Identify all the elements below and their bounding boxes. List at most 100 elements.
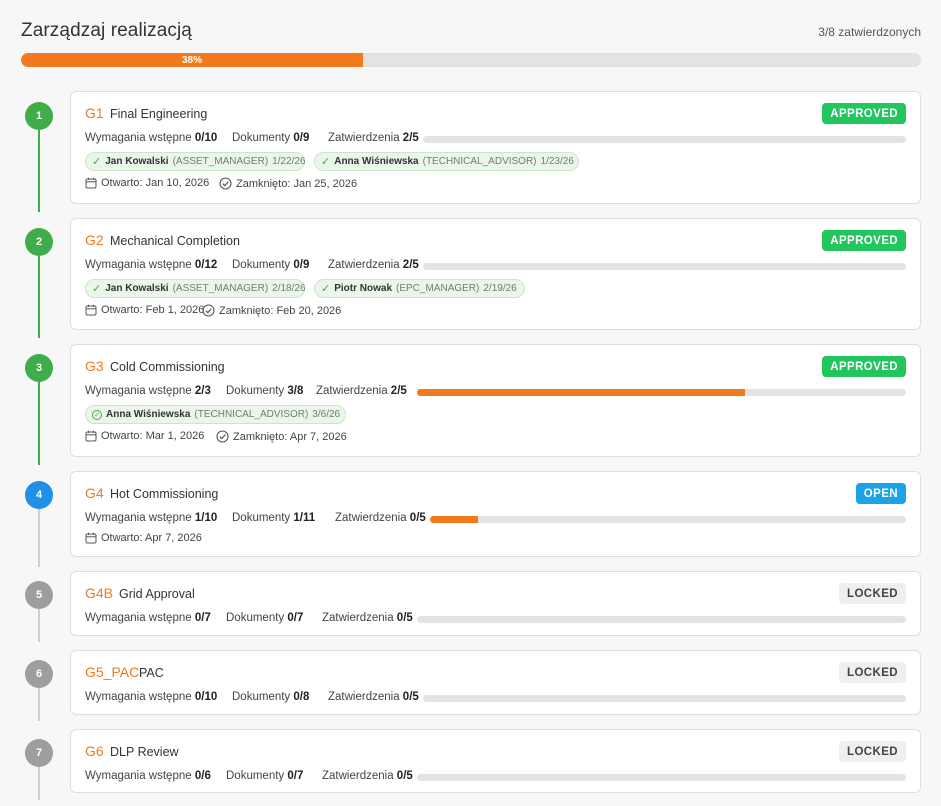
closed-date: Zamknięto: Jan 25, 2026 — [219, 177, 357, 190]
gate-step-number: 7 — [25, 739, 53, 767]
approver-name: Anna Wiśniewska — [106, 409, 191, 420]
approver-role: (ASSET_MANAGER) — [172, 156, 269, 167]
approver-name: Jan Kowalski — [105, 156, 169, 167]
gate-card[interactable]: G1 Final Engineering APPROVED Wymagania wst… — [70, 91, 921, 204]
gate-card[interactable]: G4B Grid Approval LOCKED Wymagania wstępne … — [70, 571, 921, 636]
gate-name: Hot Commissioning — [110, 487, 219, 501]
prereq-stat: Wymagania wstępne 0/10 — [85, 691, 218, 703]
approvals-stat: Zatwierdzenia 2/5 — [328, 132, 419, 144]
gate-step-number: 4 — [25, 481, 53, 509]
status-badge: LOCKED — [839, 583, 906, 604]
gate-progress-fill — [417, 389, 745, 396]
gate-code[interactable]: G1 — [85, 105, 104, 121]
overall-progress-fill: 38% — [21, 53, 363, 67]
approver-name: Anna Wiśniewska — [334, 156, 419, 167]
approver-role: (ASSET_MANAGER) — [172, 283, 269, 294]
gate-card[interactable]: G6 DLP Review LOCKED Wymagania wstępne 0/6 D… — [70, 729, 921, 793]
approver-chip: ✓ Jan Kowalski (ASSET_MANAGER) 1/22/26 — [85, 152, 306, 171]
approver-chip: ✓ Anna Wiśniewska (TECHNICAL_ADVISOR) 1/23/… — [314, 152, 579, 171]
gate-progress-bar — [417, 616, 906, 623]
approvals-stat: Zatwierdzenia 2/5 — [328, 259, 419, 271]
gate-code[interactable]: G4 — [85, 485, 104, 501]
status-badge: LOCKED — [839, 741, 906, 762]
status-badge: OPEN — [855, 483, 906, 504]
prereq-stat: Wymagania wstępne 0/10 — [85, 132, 218, 144]
check-icon: ✓ — [321, 283, 331, 295]
approvals-stat: Zatwierdzenia 0/5 — [335, 512, 426, 524]
prereq-stat: Wymagania wstępne 0/7 — [85, 612, 211, 624]
approvals-stat: Zatwierdzenia 2/5 — [316, 385, 407, 397]
status-badge: APPROVED — [822, 230, 906, 251]
gate-progress-fill — [430, 516, 478, 523]
overall-progress-label: 38% — [181, 54, 202, 66]
timeline-connector — [38, 767, 40, 800]
approved-count: 3/8 zatwierdzonych — [818, 25, 921, 39]
prereq-stat: Wymagania wstępne 2/3 — [85, 385, 211, 397]
opened-date: Otwarto: Mar 1, 2026 — [85, 430, 204, 442]
page-title: Zarządzaj realizacją — [21, 20, 192, 41]
gate-card[interactable]: G5_PAC PAC LOCKED Wymagania wstępne 0/10 Dok… — [70, 650, 921, 715]
gate-code[interactable]: G4B — [85, 585, 113, 601]
gate-code[interactable]: G3 — [85, 358, 104, 374]
gate-name: Grid Approval — [119, 587, 195, 601]
opened-date: Otwarto: Apr 7, 2026 — [85, 532, 202, 544]
documents-stat: Dokumenty 3/8 — [226, 385, 304, 397]
calendar-icon — [85, 304, 97, 316]
calendar-icon — [85, 177, 97, 189]
overall-progress-bar: 38% — [21, 53, 921, 67]
timeline-connector — [38, 382, 40, 465]
approver-name: Jan Kowalski — [105, 283, 169, 294]
approvals-stat: Zatwierdzenia 0/5 — [322, 612, 413, 624]
gate-card[interactable]: G2 Mechanical Completion APPROVED Wymagania… — [70, 218, 921, 330]
prereq-stat: Wymagania wstępne 0/12 — [85, 259, 218, 271]
opened-date: Otwarto: Jan 10, 2026 — [85, 177, 209, 189]
check-icon: ✓ — [92, 283, 102, 295]
calendar-icon — [85, 430, 97, 442]
approver-chip: ✓ Jan Kowalski (ASSET_MANAGER) 2/18/26 — [85, 279, 306, 298]
approver-role: (TECHNICAL_ADVISOR) — [422, 156, 537, 167]
timeline-connector — [38, 509, 40, 567]
gate-step-number: 2 — [25, 228, 53, 256]
gate-progress-bar — [423, 695, 906, 702]
gate-progress-bar — [423, 263, 906, 270]
documents-stat: Dokumenty 0/8 — [232, 691, 310, 703]
check-icon: ✓ — [92, 409, 102, 420]
status-badge: LOCKED — [839, 662, 906, 683]
approver-role: (EPC_MANAGER) — [396, 283, 480, 294]
prereq-stat: Wymagania wstępne 1/10 — [85, 512, 218, 524]
prereq-stat: Wymagania wstępne 0/6 — [85, 770, 211, 782]
check-circle-icon — [202, 304, 215, 317]
check-icon: ✓ — [92, 156, 102, 168]
timeline-connector — [38, 256, 40, 338]
approver-role: (TECHNICAL_ADVISOR) — [194, 409, 309, 420]
gate-code[interactable]: G2 — [85, 232, 104, 248]
approval-date: 1/23/26 — [540, 156, 574, 167]
gate-name: Cold Commissioning — [110, 360, 225, 374]
gate-progress-bar — [417, 774, 906, 781]
approver-chip: ✓ Piotr Nowak (EPC_MANAGER) 2/19/26 — [314, 279, 525, 298]
check-circle-icon — [216, 430, 229, 443]
approver-chip: ✓ Anna Wiśniewska (TECHNICAL_ADVISOR) 3/6/2… — [85, 405, 346, 424]
documents-stat: Dokumenty 1/11 — [232, 512, 316, 524]
gate-step-number: 3 — [25, 354, 53, 382]
check-circle-icon — [219, 177, 232, 190]
gate-progress-bar — [430, 516, 906, 523]
gate-step-number: 6 — [25, 660, 53, 688]
closed-date: Zamknięto: Feb 20, 2026 — [202, 304, 341, 317]
gate-step-number: 1 — [25, 102, 53, 130]
gate-code[interactable]: G6 — [85, 743, 104, 759]
gate-progress-bar — [423, 136, 906, 143]
gate-name: PAC — [139, 666, 164, 680]
page-header: Zarządzaj realizacją 3/8 zatwierdzonych — [21, 20, 921, 46]
timeline-connector — [38, 130, 40, 212]
documents-stat: Dokumenty 0/7 — [226, 770, 304, 782]
documents-stat: Dokumenty 0/7 — [226, 612, 304, 624]
timeline-connector — [38, 688, 40, 721]
gate-card[interactable]: G3 Cold Commissioning APPROVED Wymagania ws… — [70, 344, 921, 457]
gate-card[interactable]: G4 Hot Commissioning OPEN Wymagania wstępne… — [70, 471, 921, 557]
gate-code[interactable]: G5_PAC — [85, 664, 139, 680]
approval-date: 2/19/26 — [483, 283, 517, 294]
approver-name: Piotr Nowak — [334, 283, 393, 294]
opened-date: Otwarto: Feb 1, 2026 — [85, 304, 204, 316]
gate-name: Final Engineering — [110, 107, 208, 121]
